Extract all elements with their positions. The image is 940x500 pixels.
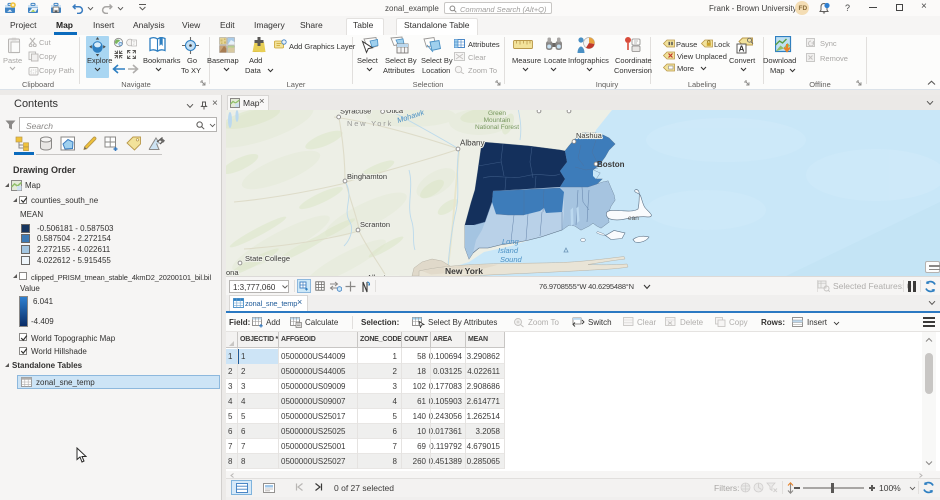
svg-text:ona: ona <box>226 268 239 276</box>
svg-text:New York: New York <box>347 119 393 128</box>
svg-text:New York: New York <box>445 266 483 276</box>
svg-text:ean: ean <box>628 215 639 222</box>
svg-text:Island: Island <box>498 246 519 255</box>
svg-text:Long: Long <box>502 237 520 246</box>
svg-text:Scranton: Scranton <box>360 220 390 229</box>
svg-text:Nashua: Nashua <box>576 131 603 140</box>
svg-text:Sound: Sound <box>500 255 523 264</box>
svg-text:State College: State College <box>245 254 290 263</box>
svg-text:Syracuse: Syracuse <box>340 110 371 116</box>
svg-text:A: A <box>739 45 745 54</box>
svg-text:Binghamton: Binghamton <box>347 172 387 181</box>
svg-text:National Forest: National Forest <box>475 124 519 131</box>
svg-text:Green: Green <box>488 110 506 117</box>
svg-text:Albany: Albany <box>460 139 484 148</box>
svg-text:Boston: Boston <box>597 160 625 169</box>
svg-text:Mountain: Mountain <box>484 117 511 124</box>
